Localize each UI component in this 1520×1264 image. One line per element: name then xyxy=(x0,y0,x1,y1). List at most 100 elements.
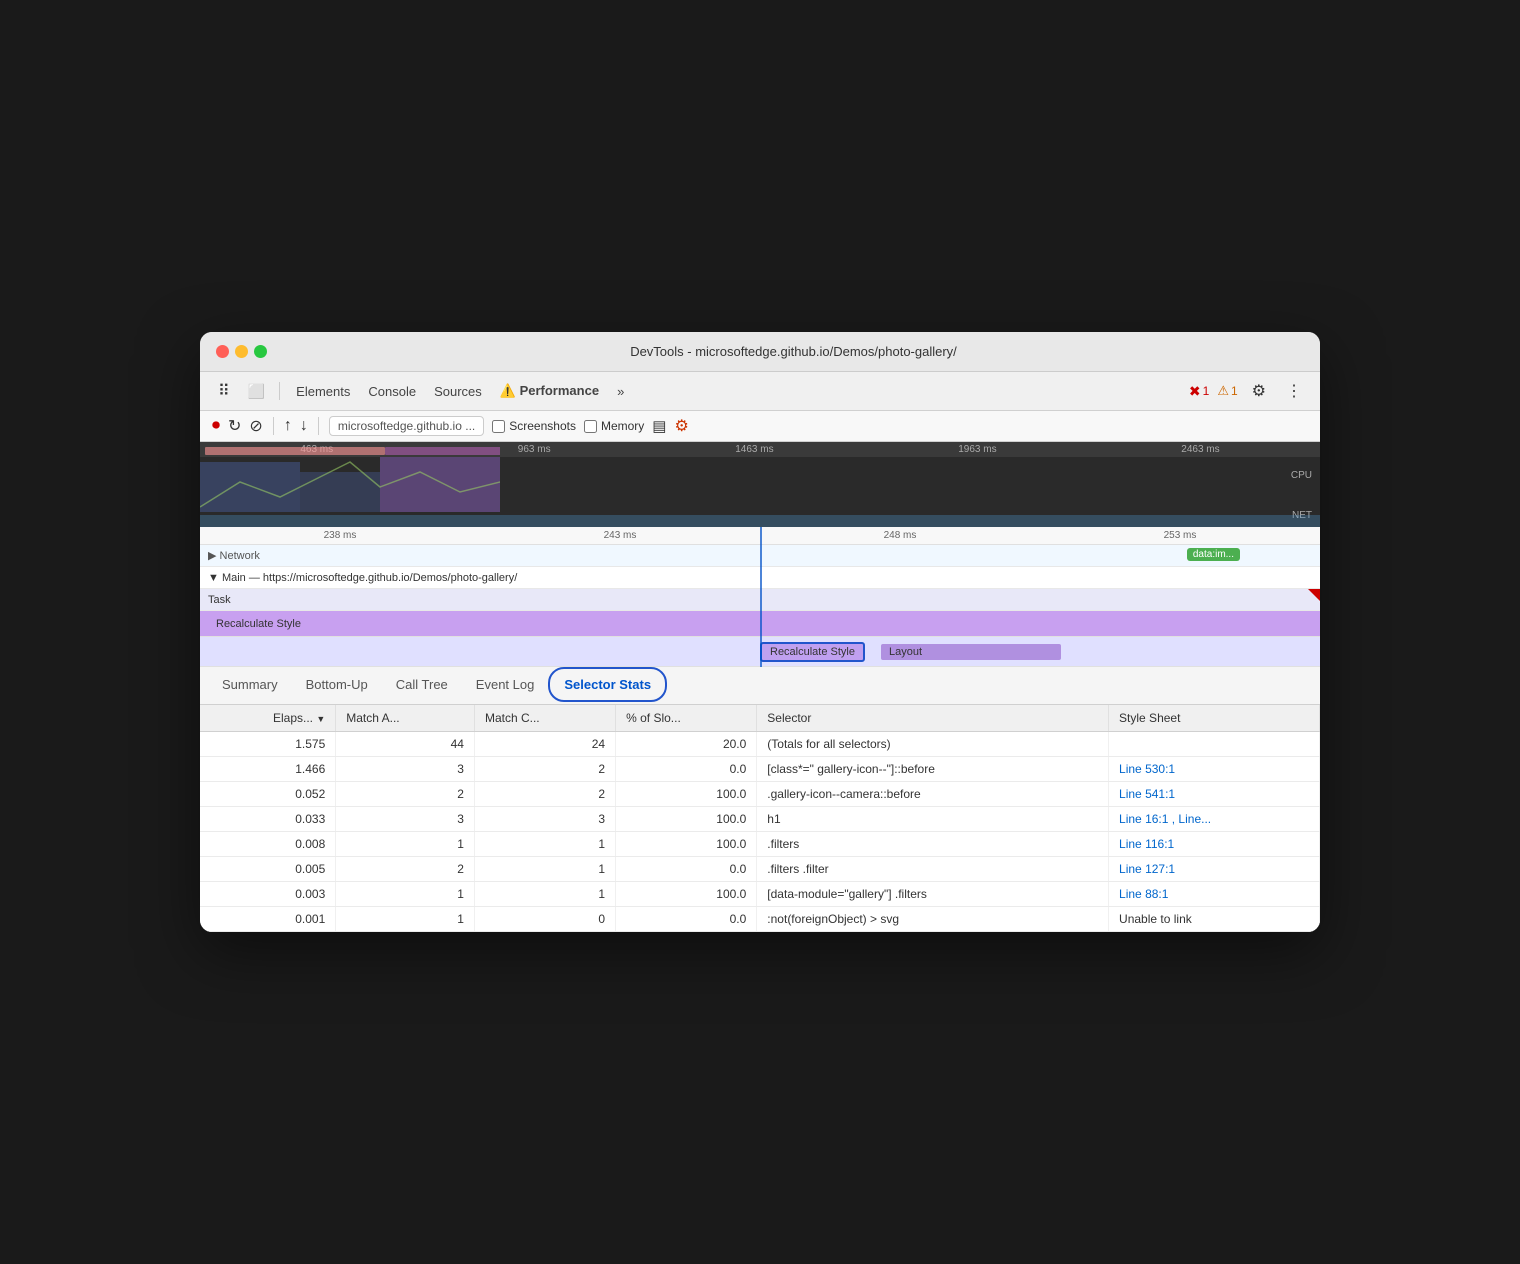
devtools-window: DevTools - microsoftedge.github.io/Demos… xyxy=(200,332,1320,932)
cell-pct-2: 100.0 xyxy=(616,782,757,807)
error-count: 1 xyxy=(1203,384,1210,398)
screenshots-checkbox[interactable] xyxy=(492,420,505,433)
memory-label[interactable]: Memory xyxy=(584,419,644,433)
table-row: 0.052 2 2 100.0 .gallery-icon--camera::b… xyxy=(200,782,1320,807)
col-match-c[interactable]: Match C... xyxy=(474,705,615,732)
tab-call-tree[interactable]: Call Tree xyxy=(382,667,462,704)
clear-button[interactable]: ⊘ xyxy=(249,416,262,436)
cell-elapsed-7: 0.001 xyxy=(200,907,336,932)
time-label-3: 248 ms xyxy=(760,530,1040,541)
cell-elapsed-6: 0.003 xyxy=(200,882,336,907)
cell-stylesheet-3[interactable]: Line 16:1 , Line... xyxy=(1109,807,1320,832)
cell-pct-0: 20.0 xyxy=(616,732,757,757)
marker-4: 1963 ms xyxy=(958,444,996,455)
cell-stylesheet-6[interactable]: Line 88:1 xyxy=(1109,882,1320,907)
screenshots-label[interactable]: Screenshots xyxy=(492,419,576,433)
network-label: ▶ Network xyxy=(200,547,268,564)
upload-button[interactable]: ↑ xyxy=(284,417,292,435)
warning-icon: ⚠️ xyxy=(500,383,516,398)
cell-selector-2: .gallery-icon--camera::before xyxy=(757,782,1109,807)
tab-performance[interactable]: ⚠️ Performance xyxy=(492,379,607,403)
tab-selector-stats[interactable]: Selector Stats xyxy=(548,667,667,702)
table-row: 1.575 44 24 20.0 (Totals for all selecto… xyxy=(200,732,1320,757)
memory-checkbox[interactable] xyxy=(584,420,597,433)
settings-perf-button[interactable]: ⚙ xyxy=(674,416,688,436)
inspect-tool[interactable]: ⠿ xyxy=(212,378,236,404)
col-selector[interactable]: Selector xyxy=(757,705,1109,732)
cell-match-a-6: 1 xyxy=(336,882,475,907)
settings-button[interactable]: ⚙ xyxy=(1246,378,1272,404)
data-badge: data:im... xyxy=(1187,548,1240,561)
cell-stylesheet-1[interactable]: Line 530:1 xyxy=(1109,757,1320,782)
timeline-overview: 463 ms 963 ms 1463 ms 1963 ms 2463 ms CP xyxy=(200,442,1320,527)
cell-elapsed-1: 1.466 xyxy=(200,757,336,782)
error-badge: ✖ 1 xyxy=(1189,383,1209,400)
col-elapsed-label: Elaps... xyxy=(273,711,313,725)
cell-stylesheet-2[interactable]: Line 541:1 xyxy=(1109,782,1320,807)
download-button[interactable]: ↓ xyxy=(300,417,308,435)
cell-match-c-2: 2 xyxy=(474,782,615,807)
more-options-button[interactable]: ⋮ xyxy=(1280,378,1308,404)
recalc-bg-label: Recalculate Style xyxy=(208,616,309,632)
device-tool[interactable]: ⬜ xyxy=(242,380,271,403)
cell-match-c-4: 1 xyxy=(474,832,615,857)
recalc-style-box: Recalculate Style xyxy=(760,642,865,662)
cell-match-a-3: 3 xyxy=(336,807,475,832)
main-nav: Elements Console Sources ⚠️ Performance … xyxy=(288,379,632,403)
reload-button[interactable]: ↻ xyxy=(228,416,241,436)
filter-icon[interactable]: ▤ xyxy=(652,417,666,435)
tab-performance-label: Performance xyxy=(520,383,599,398)
sep-3 xyxy=(318,417,319,435)
title-bar: DevTools - microsoftedge.github.io/Demos… xyxy=(200,332,1320,372)
sep-2 xyxy=(273,417,274,435)
marker-5: 2463 ms xyxy=(1181,444,1219,455)
tab-sources[interactable]: Sources xyxy=(426,380,490,403)
tab-console[interactable]: Console xyxy=(360,380,424,403)
marker-2: 963 ms xyxy=(518,444,551,455)
task-label: Task xyxy=(200,592,239,608)
minimize-button[interactable] xyxy=(235,345,248,358)
cell-selector-5: .filters .filter xyxy=(757,857,1109,882)
cell-selector-4: .filters xyxy=(757,832,1109,857)
tab-more[interactable]: » xyxy=(609,380,632,403)
tab-elements[interactable]: Elements xyxy=(288,380,358,403)
col-elapsed[interactable]: Elaps... ▼ xyxy=(200,705,336,732)
sort-arrow: ▼ xyxy=(316,714,325,724)
main-label: ▼ Main — https://microsoftedge.github.io… xyxy=(200,570,525,586)
tab-summary[interactable]: Summary xyxy=(208,667,292,704)
detail-timeline[interactable]: 238 ms 243 ms 248 ms 253 ms ▶ Network da… xyxy=(200,527,1320,667)
table-row: 0.001 1 0 0.0 :not(foreignObject) > svg … xyxy=(200,907,1320,932)
marker-3: 1463 ms xyxy=(735,444,773,455)
nav-toolbar: ⠿ ⬜ Elements Console Sources ⚠️ Performa… xyxy=(200,372,1320,411)
cell-stylesheet-7: Unable to link xyxy=(1109,907,1320,932)
warn-count: 1 xyxy=(1231,384,1238,398)
cell-elapsed-4: 0.008 xyxy=(200,832,336,857)
cell-match-c-5: 1 xyxy=(474,857,615,882)
bottom-panel: Summary Bottom-Up Call Tree Event Log Se… xyxy=(200,667,1320,932)
cell-elapsed-0: 1.575 xyxy=(200,732,336,757)
table-header-row: Elaps... ▼ Match A... Match C... % of Sl… xyxy=(200,705,1320,732)
cell-pct-3: 100.0 xyxy=(616,807,757,832)
warn-badge: ⚠ 1 xyxy=(1217,383,1237,399)
close-button[interactable] xyxy=(216,345,229,358)
tab-bottom-up[interactable]: Bottom-Up xyxy=(292,667,382,704)
cell-match-a-2: 2 xyxy=(336,782,475,807)
fullscreen-button[interactable] xyxy=(254,345,267,358)
col-match-a[interactable]: Match A... xyxy=(336,705,475,732)
cell-elapsed-3: 0.033 xyxy=(200,807,336,832)
cell-stylesheet-5[interactable]: Line 127:1 xyxy=(1109,857,1320,882)
cell-selector-6: [data-module="gallery"] .filters xyxy=(757,882,1109,907)
cell-stylesheet-4[interactable]: Line 116:1 xyxy=(1109,832,1320,857)
cell-pct-4: 100.0 xyxy=(616,832,757,857)
table-container: Elaps... ▼ Match A... Match C... % of Sl… xyxy=(200,705,1320,932)
record-button[interactable]: ⏺ xyxy=(212,417,220,435)
cpu-label: CPU xyxy=(1291,470,1312,481)
cell-selector-7: :not(foreignObject) > svg xyxy=(757,907,1109,932)
col-pct[interactable]: % of Slo... xyxy=(616,705,757,732)
table-row: 0.005 2 1 0.0 .filters .filter Line 127:… xyxy=(200,857,1320,882)
col-stylesheet[interactable]: Style Sheet xyxy=(1109,705,1320,732)
cell-selector-1: [class*=" gallery-icon--"]::before xyxy=(757,757,1109,782)
url-pill: microsoftedge.github.io ... xyxy=(329,416,484,436)
cell-match-a-4: 1 xyxy=(336,832,475,857)
tab-event-log[interactable]: Event Log xyxy=(462,667,549,704)
